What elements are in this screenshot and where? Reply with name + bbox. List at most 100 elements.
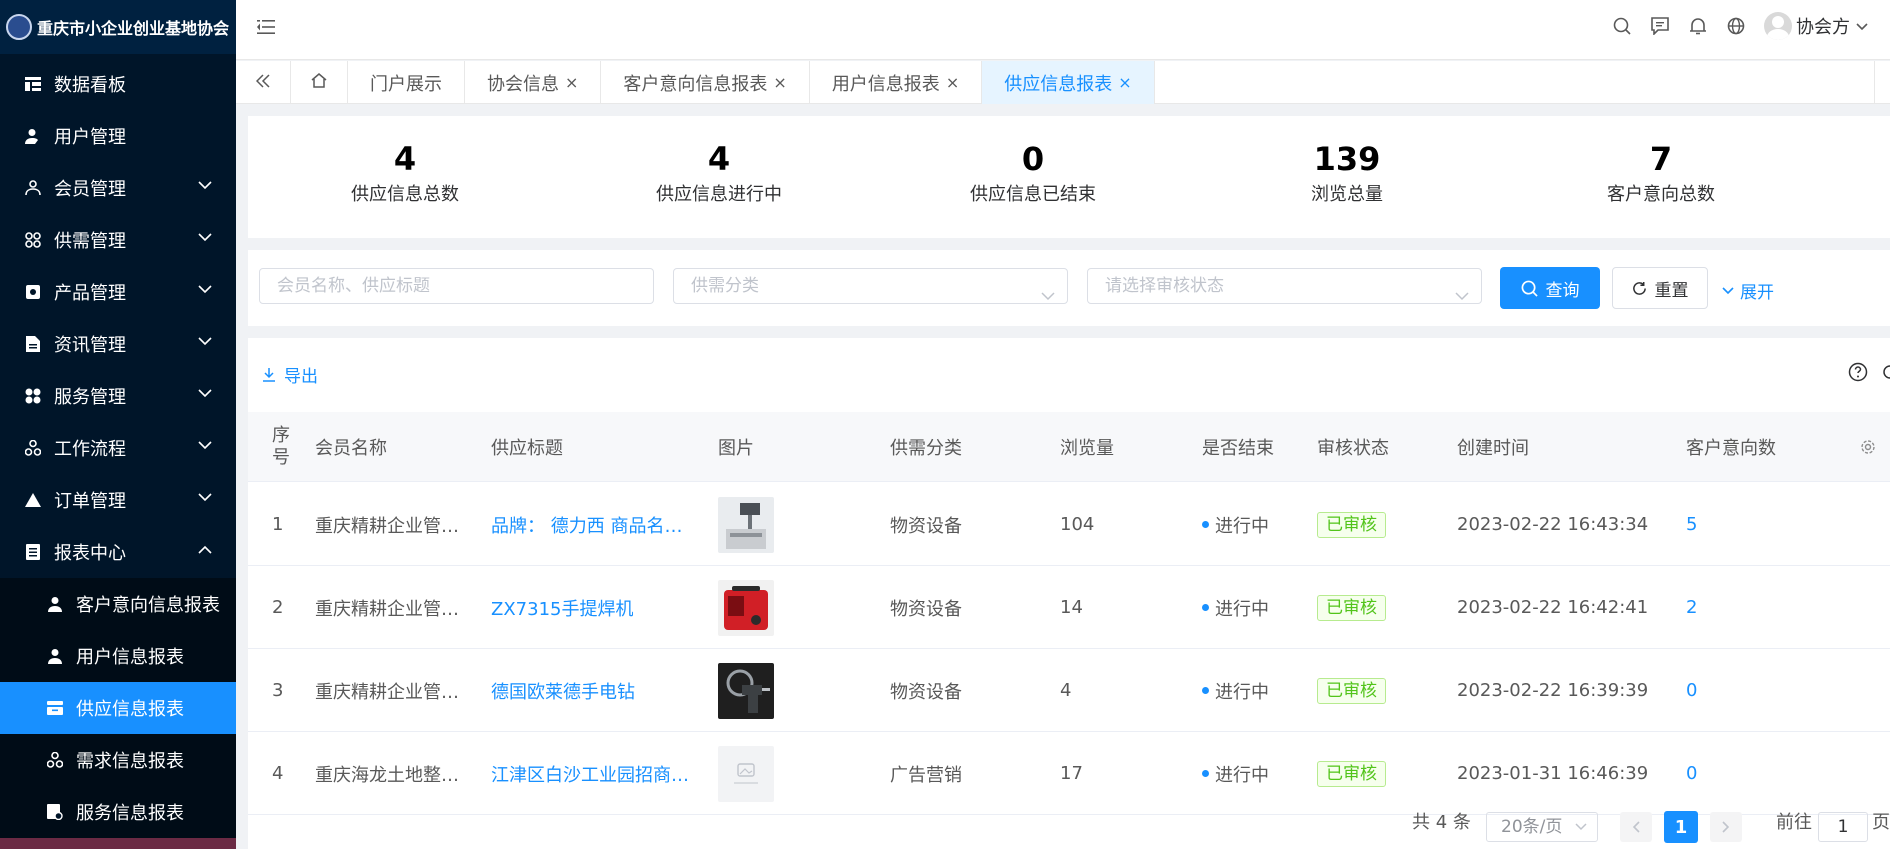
sidebar-item-workflow[interactable]: 工作流程	[0, 422, 236, 474]
message-icon[interactable]	[1650, 16, 1670, 36]
cell-title-link[interactable]: 品牌： 德力西 商品名…	[491, 483, 682, 566]
cell-category: 物资设备	[890, 681, 962, 703]
report-icon	[24, 543, 42, 561]
product-thumbnail-welder[interactable]	[718, 579, 774, 636]
prev-page-button[interactable]	[1620, 812, 1652, 842]
header-actions: 协会方	[1594, 12, 1868, 40]
table-row[interactable]: 3 重庆精耕企业管… 德国欧莱德手电钻 物资设备 4 进行中 已审核 2023-…	[248, 649, 1890, 732]
column-header-category: 供需分类	[890, 438, 962, 459]
status-badge: 已审核	[1317, 760, 1386, 787]
cell-image[interactable]	[718, 566, 774, 649]
sidebar-subitem-service-info-report[interactable]: 服务信息报表	[0, 786, 236, 838]
globe-icon[interactable]	[1726, 16, 1746, 36]
sidebar-subitem-demand-info-report[interactable]: 需求信息报表	[0, 734, 236, 786]
cell-intents-link[interactable]: 0	[1686, 732, 1697, 815]
sidebar-subitem-customer-intent-report[interactable]: 客户意向信息报表	[0, 578, 236, 630]
sidebar-item-users[interactable]: 用户管理	[0, 110, 236, 162]
tab-supply-info-report[interactable]: 供应信息报表 ×	[982, 61, 1155, 104]
cell-intents-link[interactable]: 0	[1686, 649, 1697, 732]
sidebar-item-news[interactable]: 资讯管理	[0, 318, 236, 370]
cell-title-link[interactable]: ZX7315手提焊机	[491, 566, 633, 649]
sidebar-item-products[interactable]: 产品管理	[0, 266, 236, 318]
cell-member: 重庆精耕企业管…	[315, 515, 459, 537]
sidebar-item-dashboard[interactable]: 数据看板	[0, 58, 236, 110]
status-badge: 已审核	[1317, 677, 1386, 704]
refresh-icon	[1632, 281, 1647, 296]
user-icon	[46, 647, 64, 665]
product-thumbnail-laser-machine[interactable]	[718, 496, 774, 553]
app-title: 重庆市小企业创业基地协会	[37, 19, 230, 38]
cell-ended: 进行中	[1202, 732, 1269, 815]
column-header-index: 序号	[272, 425, 290, 468]
chevron-down-icon[interactable]	[1856, 16, 1868, 36]
table-row[interactable]: 1 重庆精耕企业管… 品牌： 德力西 商品名… 物资设备 104 进行中 已审核…	[248, 483, 1890, 566]
close-icon[interactable]: ×	[946, 73, 959, 92]
stat-intents: 7 客户意向总数	[1504, 116, 1818, 238]
cell-intents-link[interactable]: 2	[1686, 566, 1697, 649]
user-name[interactable]: 协会方	[1796, 13, 1850, 39]
export-button[interactable]: 导出	[262, 362, 318, 387]
cell-image[interactable]	[718, 483, 774, 566]
expand-link[interactable]: 展开	[1722, 278, 1774, 303]
audit-status-select[interactable]: 请选择审核状态	[1087, 268, 1482, 304]
tab-user-info-report[interactable]: 用户信息报表 ×	[810, 61, 983, 104]
table-row[interactable]: 4 重庆海龙土地整… 江津区白沙工业园招商… 广告营销 17 进行中 已审核 2…	[248, 732, 1890, 815]
cell-image[interactable]	[718, 732, 774, 815]
home-icon	[311, 72, 327, 93]
cell-member: 重庆精耕企业管…	[315, 598, 459, 620]
logo[interactable]: 重庆市小企业创业基地协会	[0, 0, 236, 54]
chevron-up-icon	[198, 545, 212, 554]
query-button[interactable]: 查询	[1500, 267, 1600, 309]
sidebar-subitem-user-info-report[interactable]: 用户信息报表	[0, 630, 236, 682]
sidebar-item-supply-demand[interactable]: 供需管理	[0, 214, 236, 266]
tab-home[interactable]	[291, 61, 348, 104]
menu-fold-icon[interactable]	[256, 18, 276, 41]
table-tools	[1848, 362, 1890, 382]
tab-portal[interactable]: 门户展示	[348, 61, 465, 104]
sidebar-item-reports[interactable]: 报表中心	[0, 526, 236, 578]
avatar[interactable]	[1764, 12, 1792, 40]
chevron-right-icon	[1722, 821, 1730, 833]
search-icon[interactable]	[1612, 16, 1632, 36]
cell-index: 3	[272, 680, 284, 701]
reset-button[interactable]: 重置	[1612, 267, 1708, 309]
sidebar-item-members[interactable]: 会员管理	[0, 162, 236, 214]
workflow-icon	[46, 751, 64, 769]
tab-scroll-left[interactable]	[236, 61, 291, 104]
download-icon	[262, 367, 276, 382]
sidebar: 重庆市小企业创业基地协会 数据看板 用户管理 会员管理 供需管理 产品管理 资讯…	[0, 0, 236, 849]
page-size-select[interactable]: 20条/页	[1486, 812, 1598, 842]
keyword-input[interactable]: 会员名称、供应标题	[259, 268, 654, 304]
cell-views: 104	[1060, 514, 1095, 535]
sidebar-item-orders[interactable]: 订单管理	[0, 474, 236, 526]
tab-customer-intent-report[interactable]: 客户意向信息报表 ×	[601, 61, 810, 104]
stat-label: 供应信息已结束	[970, 184, 1096, 205]
close-icon[interactable]: ×	[565, 73, 578, 92]
page-number-current[interactable]: 1	[1664, 811, 1698, 843]
goto-page-input[interactable]: 1	[1818, 812, 1868, 842]
tab-association-info[interactable]: 协会信息 ×	[465, 61, 602, 104]
column-settings-icon[interactable]	[1860, 412, 1876, 482]
close-icon[interactable]: ×	[1118, 73, 1131, 92]
cell-title-link[interactable]: 江津区白沙工业园招商…	[491, 732, 689, 815]
cell-intents-link[interactable]: 5	[1686, 483, 1697, 566]
chevron-down-icon	[1455, 279, 1469, 313]
bell-icon[interactable]	[1688, 16, 1708, 36]
stat-in-progress: 4 供应信息进行中	[562, 116, 876, 238]
stat-ended: 0 供应信息已结束	[876, 116, 1190, 238]
cell-image[interactable]	[718, 649, 774, 732]
image-placeholder-icon[interactable]	[718, 745, 774, 802]
category-select[interactable]: 供需分类	[673, 268, 1068, 304]
refresh-icon[interactable]	[1878, 362, 1890, 382]
sidebar-subitem-supply-info-report[interactable]: 供应信息报表	[0, 682, 236, 734]
cell-title-link[interactable]: 德国欧莱德手电钻	[491, 649, 635, 732]
table-row[interactable]: 2 重庆精耕企业管… ZX7315手提焊机 物资设备 14 进行中 已审核 20…	[248, 566, 1890, 649]
close-icon[interactable]: ×	[773, 73, 786, 92]
sidebar-item-services[interactable]: 服务管理	[0, 370, 236, 422]
document-icon	[24, 335, 42, 353]
product-thumbnail-drill[interactable]	[718, 662, 774, 719]
help-icon[interactable]	[1848, 362, 1868, 382]
members-icon	[24, 179, 42, 197]
next-page-button[interactable]	[1710, 812, 1742, 842]
product-icon	[24, 283, 42, 301]
